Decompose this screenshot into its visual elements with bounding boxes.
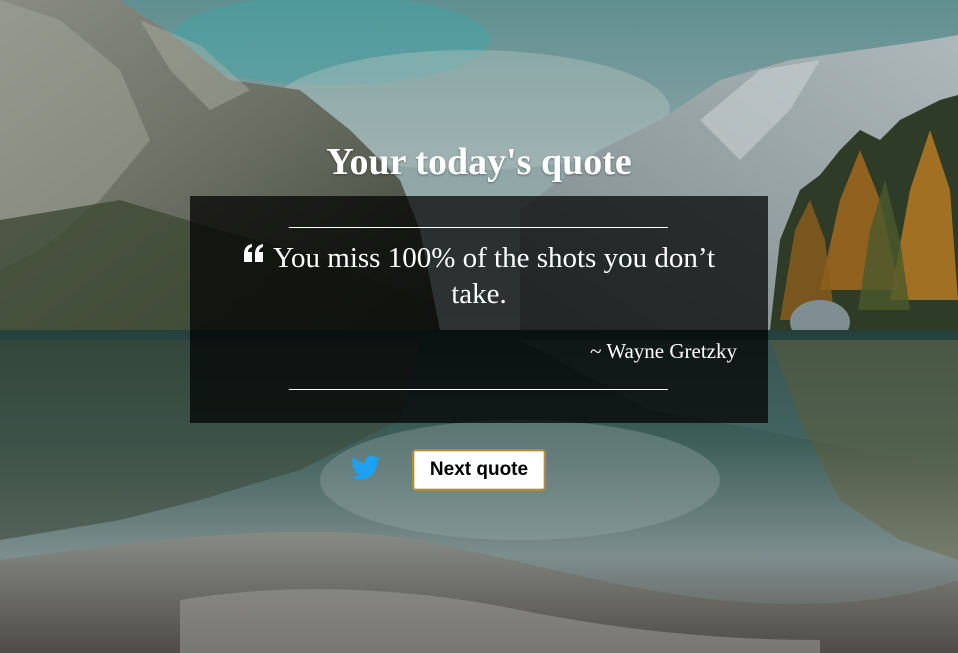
quote-author: ~ Wayne Gretzky (590, 339, 737, 363)
quote-text-block: You miss 100% of the shots you don’t tak… (220, 240, 738, 312)
quote-text: You miss 100% of the shots you don’t tak… (272, 242, 716, 310)
bottom-divider (289, 389, 668, 390)
page-title: Your today's quote (326, 141, 632, 183)
quote-left-icon (243, 244, 265, 264)
next-quote-button[interactable]: Next quote (412, 449, 546, 491)
top-divider (289, 227, 668, 228)
twitter-icon (351, 455, 381, 481)
quote-card: You miss 100% of the shots you don’t tak… (190, 196, 768, 423)
tweet-quote-button[interactable] (351, 455, 381, 481)
